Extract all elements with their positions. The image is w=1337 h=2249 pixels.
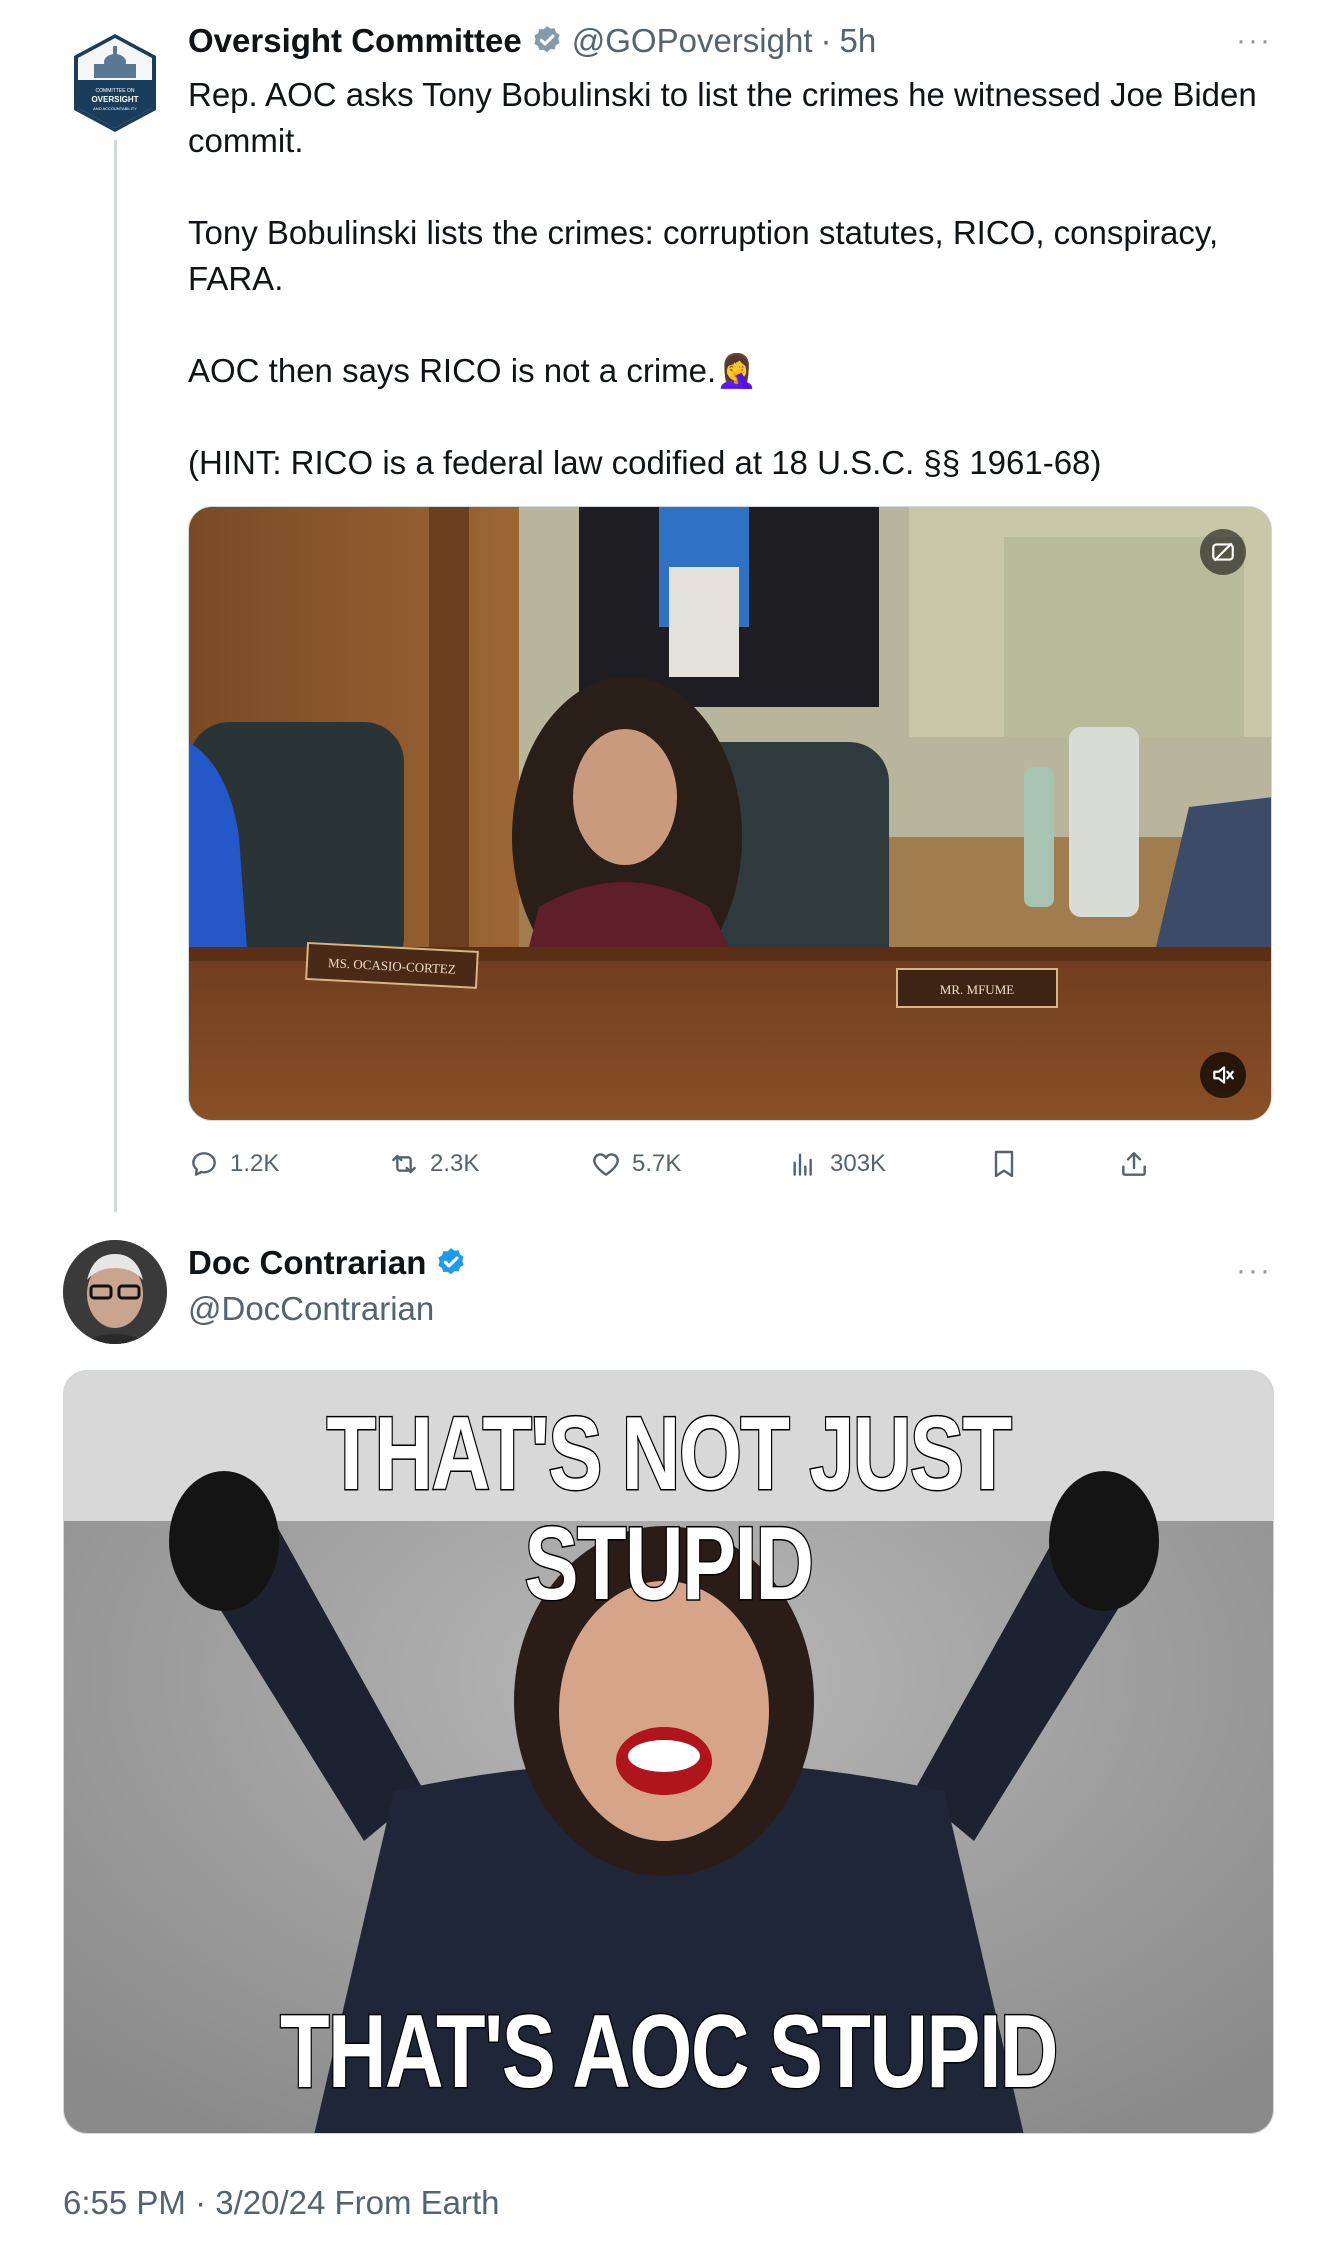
handle[interactable]: @DocContrarian [188, 1290, 434, 1328]
repost-count: 2.3K [430, 1150, 480, 1177]
repost-icon [392, 1154, 416, 1174]
meme-image[interactable]: THAT'S NOT JUST STUPID THAT'S AOC STUPID [63, 1370, 1274, 2134]
timestamp[interactable]: 5h [840, 22, 877, 60]
bookmark-button[interactable] [988, 1148, 1020, 1180]
tweet-paragraph: (HINT: RICO is a federal law codified at… [188, 444, 1102, 481]
views-button[interactable]: 303K [788, 1148, 886, 1180]
video-frame-image: MS. OCASIO-CORTEZ MR. MFUME [189, 507, 1271, 1120]
tweet-header: Doc Contrarian [188, 1244, 468, 1282]
tweet-body: Rep. AOC asks Tony Bobulinski to list th… [188, 72, 1288, 486]
reply-count: 1.2K [230, 1150, 280, 1177]
avatar[interactable] [63, 1240, 167, 1344]
repost-button[interactable]: 2.3K [388, 1148, 479, 1180]
tweet-header: Oversight Committee @GOPoversight · 5h [188, 22, 876, 60]
tweet-actions-bar: 1.2K 2.3K 5.7K 303K [188, 1148, 1198, 1182]
display-name[interactable]: Oversight Committee [188, 22, 522, 60]
handle[interactable]: @GOPoversight [572, 22, 813, 60]
avatar-text-line2: OVERSIGHT [91, 95, 138, 104]
avatar-text-line1: COMMITTEE ON [96, 88, 135, 94]
like-button[interactable]: 5.7K [590, 1148, 681, 1180]
nameplate-mfume: MR. MFUME [940, 982, 1014, 997]
share-icon [1122, 1152, 1146, 1176]
tweet-timestamp-footer[interactable]: 6:55 PM · 3/20/24 From Earth [63, 2184, 500, 2222]
reply-button[interactable]: 1.2K [188, 1148, 279, 1180]
thread-connector-line [114, 140, 117, 1212]
tweet-paragraph: Tony Bobulinski lists the crimes: corrup… [188, 214, 1219, 297]
avatar-text-line3: AND ACCOUNTABILITY [93, 106, 137, 111]
separator: · [820, 22, 832, 59]
like-count: 5.7K [632, 1150, 682, 1177]
tweet-paragraph-text: AOC then says RICO is not a crime. [188, 352, 717, 389]
reply-icon [192, 1152, 216, 1176]
heart-icon [593, 1153, 619, 1176]
mute-toggle-icon[interactable] [1200, 1052, 1246, 1098]
meme-top-caption: THAT'S NOT JUST STUPID [325, 1396, 1013, 1622]
avatar[interactable]: COMMITTEE ON OVERSIGHT AND ACCOUNTABILIT… [72, 32, 158, 134]
tweet-paragraph: AOC then says RICO is not a crime.🤦‍♀️ [188, 348, 1288, 394]
bookmark-icon [994, 1150, 1014, 1178]
meme-bottom-caption: THAT'S AOC STUPID [279, 1994, 1060, 2110]
views-chart-icon [793, 1153, 812, 1176]
doc-contrarian-avatar-image [63, 1240, 167, 1344]
tweet-paragraph: Rep. AOC asks Tony Bobulinski to list th… [188, 76, 1257, 159]
more-options-icon[interactable]: ··· [1236, 1254, 1272, 1288]
verified-blue-badge-icon[interactable] [434, 1246, 468, 1280]
captions-icon[interactable] [1200, 529, 1246, 575]
oversight-logo-icon: COMMITTEE ON OVERSIGHT AND ACCOUNTABILIT… [74, 34, 156, 132]
views-count: 303K [830, 1150, 887, 1177]
more-options-icon[interactable]: ··· [1236, 24, 1272, 58]
verified-gray-badge-icon[interactable] [530, 24, 564, 58]
share-button[interactable] [1118, 1148, 1150, 1180]
video-player[interactable]: MS. OCASIO-CORTEZ MR. MFUME [188, 506, 1272, 1121]
display-name[interactable]: Doc Contrarian [188, 1244, 426, 1282]
facepalm-emoji-icon: 🤦‍♀️ [716, 352, 758, 389]
